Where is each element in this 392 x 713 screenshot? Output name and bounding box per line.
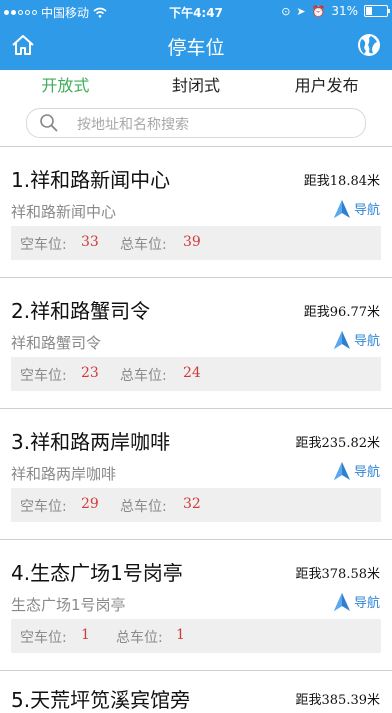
free-spots-value: 23 [81, 365, 99, 381]
item-distance: 距我385.39米 [295, 693, 381, 708]
status-bar: 中国移动 下午4:47 ⊙ ➤ ⏰ 31% [0, 0, 392, 22]
item-name: 2.祥和路蟹司令 [11, 299, 151, 323]
item-address: 祥和路蟹司令 [11, 334, 102, 352]
spots-panel: 空车位: 1 总车位: 1 [11, 619, 381, 653]
item-name: 1.祥和路新闻中心 [11, 168, 171, 192]
spots-panel: 空车位: 33 总车位: 39 [11, 226, 381, 260]
free-spots-value: 1 [81, 627, 90, 643]
tab-open[interactable]: 开放式 [0, 70, 131, 102]
globe-icon[interactable] [356, 32, 382, 58]
battery-icon [364, 5, 390, 17]
navigate-label: 导航 [353, 203, 380, 218]
battery-label: 31% [331, 4, 358, 18]
item-distance: 距我378.58米 [295, 567, 381, 582]
item-address: 生态广场1号岗亭 [11, 596, 126, 614]
item-name: 3.祥和路两岸咖啡 [11, 430, 171, 454]
total-spots-value: 1 [176, 627, 185, 643]
category-tabs: 开放式 封闭式 用户发布 [0, 70, 392, 102]
item-name: 5.天荒坪笕溪宾馆旁 [11, 688, 191, 712]
navigate-button[interactable]: 导航 [333, 330, 380, 349]
navigate-button[interactable]: 导航 [333, 461, 380, 480]
item-distance: 距我96.77米 [303, 305, 380, 320]
search-placeholder: 按地址和名称搜索 [77, 117, 189, 133]
status-right-group: ⊙ ➤ ⏰ 31% [281, 4, 390, 18]
location-arrow-icon: ➤ [296, 4, 306, 18]
navigation-arrow-icon [333, 330, 350, 349]
total-spots-value: 39 [183, 234, 201, 250]
search-icon [40, 114, 58, 132]
total-spots-value: 24 [183, 365, 201, 381]
search-area: 按地址和名称搜索 [0, 102, 392, 144]
total-spots-label: 总车位: [120, 237, 167, 253]
item-distance: 距我18.84米 [303, 174, 380, 189]
item-name: 4.生态广场1号岗亭 [11, 561, 183, 585]
list-item[interactable]: 3.祥和路两岸咖啡 距我235.82米 祥和路两岸咖啡 导航 空车位: 29 总… [0, 408, 392, 539]
navigation-arrow-icon [333, 199, 350, 218]
total-spots-label: 总车位: [116, 630, 163, 646]
item-distance: 距我235.82米 [295, 436, 381, 451]
free-spots-label: 空车位: [20, 237, 67, 253]
total-spots-value: 32 [183, 496, 201, 512]
navigate-label: 导航 [353, 465, 380, 480]
free-spots-value: 33 [81, 234, 99, 250]
free-spots-value: 29 [81, 496, 99, 512]
free-spots-label: 空车位: [20, 630, 67, 646]
navigate-button[interactable]: 导航 [333, 592, 380, 611]
navigation-arrow-icon [333, 592, 350, 611]
navigation-bar: 停车位 [0, 22, 392, 70]
navigation-arrow-icon [333, 461, 350, 480]
list-item[interactable]: 4.生态广场1号岗亭 距我378.58米 生态广场1号岗亭 导航 空车位: 1 … [0, 539, 392, 670]
navigate-button[interactable]: 导航 [333, 199, 380, 218]
free-spots-label: 空车位: [20, 499, 67, 515]
page-title: 停车位 [167, 37, 225, 59]
alarm-icon: ⏰ [311, 4, 326, 18]
item-address: 祥和路新闻中心 [11, 203, 117, 221]
tab-closed[interactable]: 封闭式 [131, 70, 262, 102]
free-spots-label: 空车位: [20, 368, 67, 384]
navigate-label: 导航 [353, 596, 380, 611]
search-input[interactable]: 按地址和名称搜索 [26, 108, 366, 138]
navigate-label: 导航 [353, 334, 380, 349]
item-address: 祥和路两岸咖啡 [11, 465, 117, 483]
lock-rotation-icon: ⊙ [281, 4, 291, 18]
list-item[interactable]: 1.祥和路新闻中心 距我18.84米 祥和路新闻中心 导航 空车位: 33 总车… [0, 146, 392, 277]
parking-list: 1.祥和路新闻中心 距我18.84米 祥和路新闻中心 导航 空车位: 33 总车… [0, 146, 392, 712]
total-spots-label: 总车位: [120, 499, 167, 515]
spots-panel: 空车位: 29 总车位: 32 [11, 488, 381, 522]
total-spots-label: 总车位: [120, 368, 167, 384]
list-item[interactable]: 5.天荒坪笕溪宾馆旁 距我385.39米 [0, 670, 392, 712]
spots-panel: 空车位: 23 总车位: 24 [11, 357, 381, 391]
list-item[interactable]: 2.祥和路蟹司令 距我96.77米 祥和路蟹司令 导航 空车位: 23 总车位:… [0, 277, 392, 408]
tab-user-published[interactable]: 用户发布 [261, 70, 392, 102]
